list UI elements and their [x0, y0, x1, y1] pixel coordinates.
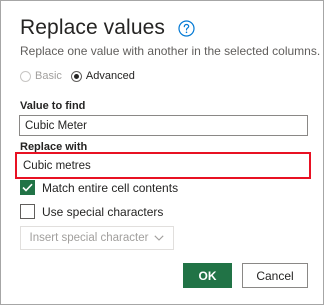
ok-button[interactable]: OK	[183, 263, 232, 288]
value-to-find-input[interactable]	[19, 115, 308, 136]
radio-advanced-circle	[70, 70, 82, 82]
checkmark-icon	[22, 183, 33, 192]
help-icon[interactable]	[178, 19, 195, 37]
use-special-characters-checkbox[interactable]	[20, 204, 35, 219]
match-entire-cell-checkbox[interactable]	[20, 180, 35, 195]
title-row: Replace values	[20, 16, 195, 40]
insert-special-character-label: Insert special character	[29, 232, 149, 244]
replace-values-dialog: Replace values Replace one value with an…	[0, 0, 324, 305]
match-entire-cell-label: Match entire cell contents	[42, 180, 179, 195]
use-special-characters-label: Use special characters	[42, 204, 164, 219]
dialog-subtitle: Replace one value with another in the se…	[20, 44, 321, 58]
radio-basic-label: Basic	[35, 70, 62, 82]
dialog-title: Replace values	[20, 16, 165, 39]
radio-basic-circle	[20, 70, 31, 82]
mode-radio-group: Basic Advanced	[20, 70, 144, 82]
match-entire-cell-option[interactable]: Match entire cell contents	[20, 180, 178, 195]
radio-advanced[interactable]: Advanced	[70, 70, 135, 82]
radio-advanced-label: Advanced	[85, 70, 135, 82]
insert-special-character-dropdown[interactable]: Insert special character	[20, 226, 174, 250]
cancel-button[interactable]: Cancel	[242, 263, 308, 288]
radio-basic[interactable]: Basic	[20, 70, 62, 82]
use-special-characters-option[interactable]: Use special characters	[20, 204, 163, 219]
value-to-find-label: Value to find	[20, 100, 86, 112]
chevron-down-icon	[154, 235, 165, 241]
replace-with-input[interactable]	[15, 152, 311, 179]
